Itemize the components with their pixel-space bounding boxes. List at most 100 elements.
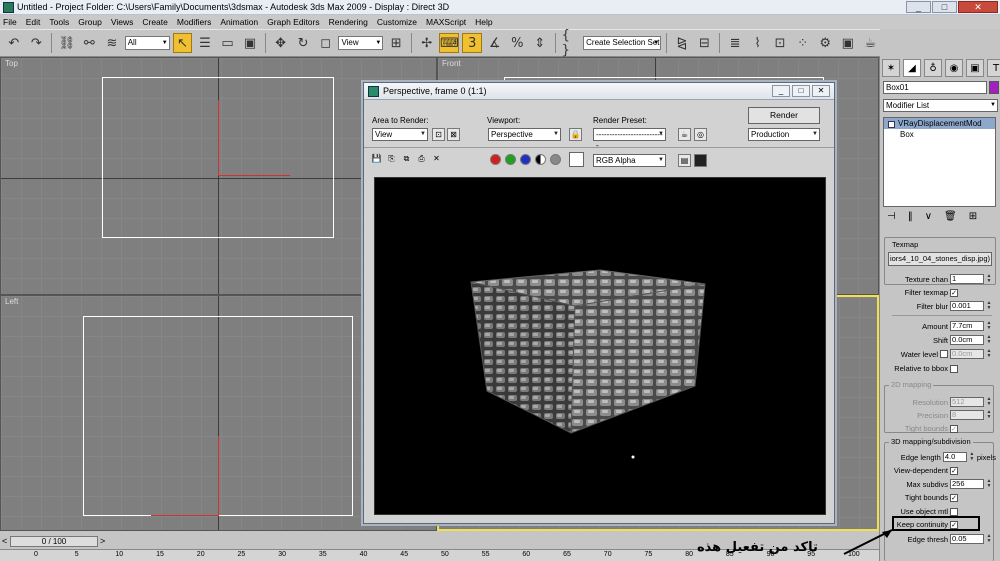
undo-icon[interactable]: ↶ <box>4 33 24 53</box>
keyboard-shortcut-override-icon[interactable]: ⌨ <box>439 33 460 53</box>
pivot-center-icon[interactable]: ⊞ <box>386 33 406 53</box>
stack-item-vraydisplacement[interactable]: VRayDisplacementMod <box>884 118 995 129</box>
texture-chan-spinner[interactable]: ▲ ▼ <box>986 274 992 284</box>
edge-thresh-spinner[interactable]: ▲ ▼ <box>986 534 992 544</box>
motion-tab-icon[interactable]: ◉ <box>945 59 963 77</box>
edge-length-spinner[interactable]: ▲ ▼ <box>969 452 975 462</box>
render-close-button[interactable]: ✕ <box>812 85 830 97</box>
utilities-tab-icon[interactable]: T <box>987 59 1000 77</box>
percent-snap-icon[interactable]: % <box>508 33 528 53</box>
render-setup-small-icon[interactable]: ☕ <box>678 128 691 141</box>
amount-field[interactable]: 7.7cm <box>950 321 984 331</box>
select-by-name-icon[interactable]: ☰ <box>195 33 215 53</box>
save-image-icon[interactable]: 💾 <box>370 153 383 166</box>
area-to-render-dropdown[interactable]: View <box>372 128 428 141</box>
menu-animation[interactable]: Animation <box>220 17 258 27</box>
snap-3d-icon[interactable]: 3 <box>462 33 482 53</box>
move-icon[interactable]: ✥ <box>271 33 291 53</box>
alpha-channel-icon[interactable] <box>535 154 546 165</box>
reference-coordinate-dropdown[interactable]: View <box>338 36 384 50</box>
schematic-view-icon[interactable]: ⊡ <box>770 33 790 53</box>
curve-editor-icon[interactable]: ⌇ <box>748 33 768 53</box>
filter-blur-spinner[interactable]: ▲ ▼ <box>986 301 992 311</box>
named-selection-dropdown[interactable]: Create Selection Set <box>583 36 662 50</box>
modifier-list-dropdown[interactable]: Modifier List ▼ <box>883 99 998 112</box>
close-button[interactable]: ✕ <box>958 1 998 13</box>
render-minimize-button[interactable]: _ <box>772 85 790 97</box>
water-level-field[interactable]: 0.0cm <box>950 349 984 359</box>
mirror-icon[interactable]: ⧎ <box>672 33 692 53</box>
show-end-result-icon[interactable]: ‖ <box>908 211 913 222</box>
menu-maxscript[interactable]: MAXScript <box>426 17 466 27</box>
copy-image-icon[interactable]: ⎘ <box>385 153 398 166</box>
toggle-ui-icon[interactable] <box>694 154 707 167</box>
auto-region-icon[interactable]: ⊠ <box>447 128 460 141</box>
scale-icon[interactable]: ◻ <box>316 33 336 53</box>
layer-manager-icon[interactable]: ≣ <box>725 33 745 53</box>
viewport-top-label[interactable]: Top <box>5 59 18 68</box>
remove-modifier-icon[interactable]: 🗑 <box>944 211 957 222</box>
maximize-button[interactable]: □ <box>932 1 957 13</box>
print-image-icon[interactable]: ⎙ <box>415 153 428 166</box>
max-subdivs-field[interactable]: 256 <box>950 479 984 489</box>
material-editor-icon[interactable]: ⁘ <box>793 33 813 53</box>
toggle-ui-overlays-icon[interactable]: ▤ <box>678 154 691 167</box>
spinner-snap-icon[interactable]: ⇕ <box>530 33 550 53</box>
menu-tools[interactable]: Tools <box>49 17 69 27</box>
hierarchy-tab-icon[interactable]: ♁ <box>924 59 942 77</box>
create-tab-icon[interactable]: ✶ <box>882 59 900 77</box>
shift-spinner[interactable]: ▲ ▼ <box>986 335 992 345</box>
monochrome-icon[interactable] <box>550 154 561 165</box>
render-maximize-button[interactable]: □ <box>792 85 810 97</box>
clone-window-icon[interactable]: ⧉ <box>400 153 413 166</box>
minimize-button[interactable]: _ <box>906 1 931 13</box>
menu-edit[interactable]: Edit <box>26 17 41 27</box>
configure-sets-icon[interactable]: ⊞ <box>969 211 977 222</box>
green-channel-icon[interactable] <box>505 154 516 165</box>
redo-icon[interactable]: ↷ <box>27 33 47 53</box>
viewport-front-label[interactable]: Front <box>442 59 461 68</box>
menu-views[interactable]: Views <box>111 17 134 27</box>
texmap-button[interactable]: iors4_10_04_stones_disp.jpg) <box>888 252 992 266</box>
render-button[interactable]: Render <box>748 107 820 124</box>
production-dropdown[interactable]: Production <box>748 128 820 141</box>
bind-space-warp-icon[interactable]: ≋ <box>102 33 122 53</box>
window-crossing-icon[interactable]: ▣ <box>240 33 260 53</box>
angle-snap-icon[interactable]: ∡ <box>485 33 505 53</box>
blue-channel-icon[interactable] <box>520 154 531 165</box>
object-name-field[interactable]: Box01 <box>883 81 987 94</box>
time-slider[interactable]: 0 / 100 <box>10 536 98 547</box>
texture-chan-field[interactable]: 1 <box>950 274 984 284</box>
timeline-prev-icon[interactable]: < <box>2 536 7 546</box>
rect-selection-icon[interactable]: ▭ <box>218 33 238 53</box>
environment-icon[interactable]: ◎ <box>694 128 707 141</box>
pin-stack-icon[interactable]: ⊣ <box>887 211 896 222</box>
menu-file[interactable]: File <box>3 17 17 27</box>
menu-group[interactable]: Group <box>78 17 102 27</box>
app-icon[interactable] <box>3 1 14 13</box>
precision-field[interactable]: 8 <box>950 410 984 420</box>
select-object-icon[interactable]: ↖ <box>172 33 193 53</box>
precision-spinner[interactable]: ▲ ▼ <box>986 410 992 420</box>
viewport-left-label[interactable]: Left <box>5 297 18 306</box>
red-channel-icon[interactable] <box>490 154 501 165</box>
edge-length-field[interactable]: 4.0 <box>942 452 967 462</box>
unlink-icon[interactable]: ⚯ <box>80 33 100 53</box>
tight-bounds-2d-checkbox[interactable]: ✓ <box>950 424 958 433</box>
filter-texmap-checkbox[interactable]: ✓ <box>950 288 958 297</box>
edit-region-icon[interactable]: ⊡ <box>432 128 445 141</box>
rendered-frame-window-icon[interactable]: ▣ <box>838 33 858 53</box>
resolution-spinner[interactable]: ▲ ▼ <box>986 397 992 407</box>
use-object-mtl-checkbox[interactable] <box>950 507 958 516</box>
display-channel-dropdown[interactable]: RGB Alpha <box>593 154 666 167</box>
menu-create[interactable]: Create <box>142 17 168 27</box>
tight-bounds-3d-checkbox[interactable]: ✓ <box>950 493 958 502</box>
amount-spinner[interactable]: ▲ ▼ <box>986 321 992 331</box>
lock-viewport-icon[interactable]: 🔒 <box>569 128 582 141</box>
manipulate-icon[interactable]: ✢ <box>417 33 437 53</box>
menu-graph-editors[interactable]: Graph Editors <box>267 17 319 27</box>
menu-modifiers[interactable]: Modifiers <box>177 17 211 27</box>
object-color-swatch[interactable] <box>989 81 999 94</box>
color-swatch[interactable] <box>569 152 584 167</box>
stack-item-box[interactable]: Box <box>884 129 995 140</box>
